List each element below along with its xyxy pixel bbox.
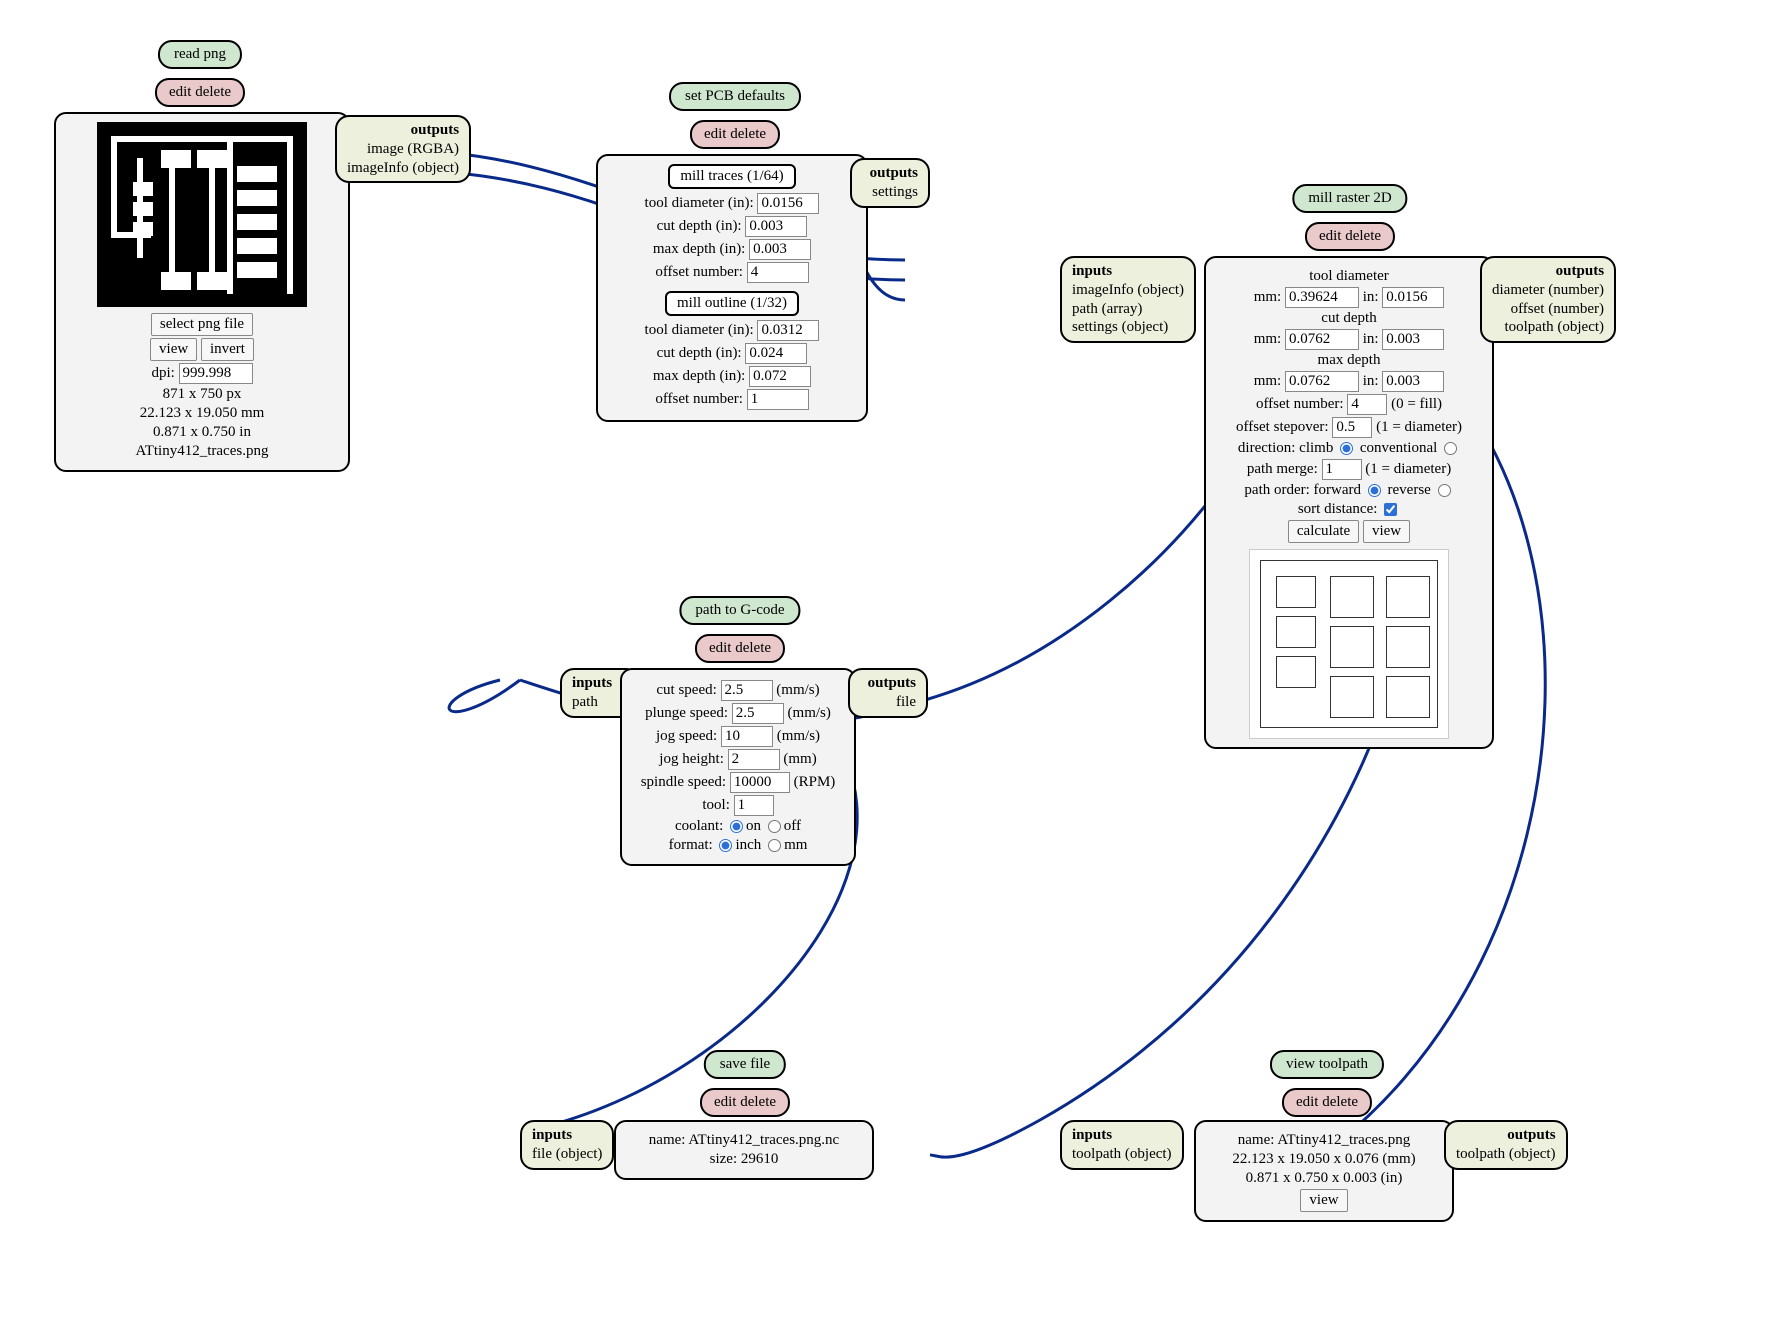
edit-delete-view-toolpath[interactable]: edit delete — [1282, 1088, 1372, 1117]
port-view-toolpath-inputs[interactable]: inputs toolpath (object) — [1060, 1120, 1184, 1170]
traces-maxdepth-input[interactable] — [749, 239, 811, 260]
dpi-input[interactable] — [179, 363, 253, 384]
view-button[interactable]: view — [150, 338, 197, 361]
direction-conv-radio[interactable] — [1444, 442, 1457, 455]
node-mill-raster[interactable]: tool diameter mm: in: cut depth mm: in: … — [1204, 256, 1494, 749]
node-view-toolpath[interactable]: name: ATtiny412_traces.png 22.123 x 19.0… — [1194, 1120, 1454, 1222]
plungespeed-input[interactable] — [732, 703, 784, 724]
pathmerge-input[interactable] — [1322, 459, 1362, 480]
node-graph-canvas[interactable]: read png edit delete select png file vie… — [0, 0, 1772, 1341]
node-title-save-file[interactable]: save file — [704, 1050, 786, 1079]
node-title-gcode[interactable]: path to G-code — [679, 596, 800, 625]
port-read-png-outputs[interactable]: outputs image (RGBA) imageInfo (object) — [335, 115, 471, 183]
view-toolpath-dims-mm: 22.123 x 19.050 x 0.076 (mm) — [1206, 1151, 1442, 1168]
jogspeed-input[interactable] — [721, 726, 773, 747]
node-read-png[interactable]: select png file view invert dpi: 871 x 7… — [54, 112, 350, 472]
offsetnum-input[interactable] — [1347, 394, 1387, 415]
direction-climb-radio[interactable] — [1340, 442, 1353, 455]
maxdepth-mm-input[interactable] — [1285, 371, 1359, 392]
port-mill-raster-outputs[interactable]: outputs diameter (number) offset (number… — [1480, 256, 1616, 343]
cutspeed-input[interactable] — [721, 680, 773, 701]
node-title-pcb-defaults[interactable]: set PCB defaults — [669, 82, 801, 111]
cutdepth-mm-input[interactable] — [1285, 329, 1359, 350]
outline-cutdepth-input[interactable] — [745, 343, 807, 364]
mill-outline-button[interactable]: mill outline (1/32) — [665, 291, 799, 316]
save-file-size: 29610 — [741, 1151, 779, 1167]
edit-delete-read-png[interactable]: edit delete — [155, 78, 245, 107]
tooldia-mm-input[interactable] — [1285, 287, 1359, 308]
port-gcode-outputs[interactable]: outputs file — [848, 668, 928, 718]
spindle-input[interactable] — [730, 772, 790, 793]
calculate-button[interactable]: calculate — [1288, 520, 1359, 543]
traces-cutdepth-input[interactable] — [745, 216, 807, 237]
invert-button[interactable]: invert — [201, 338, 254, 361]
node-title-view-toolpath[interactable]: view toolpath — [1270, 1050, 1384, 1079]
sort-distance-checkbox[interactable] — [1384, 503, 1397, 516]
port-save-file-inputs[interactable]: inputs file (object) — [520, 1120, 614, 1170]
tool-input[interactable] — [734, 795, 774, 816]
node-title-read-png[interactable]: read png — [158, 40, 242, 69]
format-inch-radio[interactable] — [719, 839, 732, 852]
node-pcb-defaults[interactable]: mill traces (1/64) tool diameter (in): c… — [596, 154, 868, 422]
coolant-on-radio[interactable] — [730, 820, 743, 833]
edit-delete-gcode[interactable]: edit delete — [695, 634, 785, 663]
dpi-label: dpi: — [151, 365, 174, 382]
outline-maxdepth-input[interactable] — [749, 366, 811, 387]
tooldia-in-input[interactable] — [1382, 287, 1444, 308]
dims-mm: 22.123 x 19.050 mm — [66, 405, 338, 422]
outline-tooldia-input[interactable] — [757, 320, 819, 341]
view-toolpath-name: ATtiny412_traces.png — [1277, 1132, 1410, 1148]
offsetstep-input[interactable] — [1332, 417, 1372, 438]
edit-delete-pcb-defaults[interactable]: edit delete — [690, 120, 780, 149]
edit-delete-save-file[interactable]: edit delete — [700, 1088, 790, 1117]
pcb-preview-image — [97, 122, 307, 307]
traces-offsetnum-input[interactable] — [747, 262, 809, 283]
outline-offsetnum-input[interactable] — [747, 389, 809, 410]
view-toolpath-dims-in: 0.871 x 0.750 x 0.003 (in) — [1206, 1170, 1442, 1187]
node-save-file[interactable]: name: ATtiny412_traces.png.nc size: 2961… — [614, 1120, 874, 1180]
order-fwd-radio[interactable] — [1368, 484, 1381, 497]
port-pcb-defaults-outputs[interactable]: outputs settings — [850, 158, 930, 208]
view-button-raster[interactable]: view — [1363, 520, 1410, 543]
order-rev-radio[interactable] — [1438, 484, 1451, 497]
maxdepth-in-input[interactable] — [1382, 371, 1444, 392]
format-mm-radio[interactable] — [768, 839, 781, 852]
view-toolpath-button[interactable]: view — [1300, 1189, 1347, 1212]
select-png-button[interactable]: select png file — [151, 313, 253, 336]
mill-traces-button[interactable]: mill traces (1/64) — [668, 164, 795, 189]
node-gcode[interactable]: cut speed: (mm/s) plunge speed: (mm/s) j… — [620, 668, 856, 866]
dims-in: 0.871 x 0.750 in — [66, 424, 338, 441]
port-mill-raster-inputs[interactable]: inputs imageInfo (object) path (array) s… — [1060, 256, 1196, 343]
cutdepth-in-input[interactable] — [1382, 329, 1444, 350]
node-title-mill-raster[interactable]: mill raster 2D — [1292, 184, 1407, 213]
toolpath-preview-image — [1249, 549, 1449, 739]
traces-tooldia-input[interactable] — [757, 193, 819, 214]
edit-delete-mill-raster[interactable]: edit delete — [1305, 222, 1395, 251]
dims-px: 871 x 750 px — [66, 386, 338, 403]
coolant-off-radio[interactable] — [768, 820, 781, 833]
jogheight-input[interactable] — [728, 749, 780, 770]
port-view-toolpath-outputs[interactable]: outputs toolpath (object) — [1444, 1120, 1568, 1170]
filename: ATtiny412_traces.png — [66, 443, 338, 460]
save-file-name: ATtiny412_traces.png.nc — [688, 1132, 839, 1148]
